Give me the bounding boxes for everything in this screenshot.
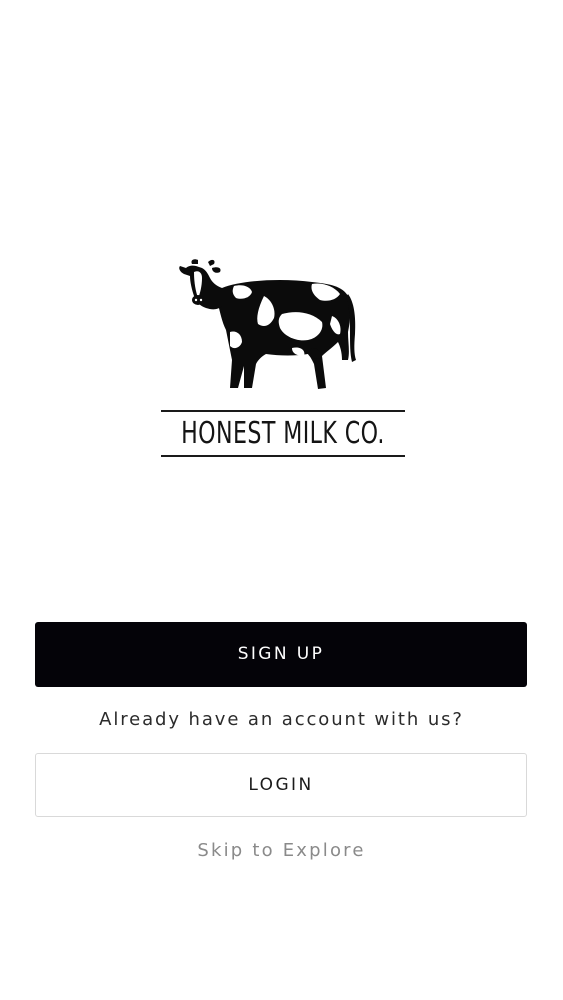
brand-wordmark: HONEST MILK CO.	[181, 416, 385, 451]
welcome-screen: HONEST MILK CO. SIGN UP Already have an …	[0, 0, 563, 1000]
login-button[interactable]: LOGIN	[35, 753, 527, 817]
brand-logo: HONEST MILK CO.	[158, 256, 408, 462]
cow-icon	[179, 259, 356, 389]
account-prompt-text: Already have an account with us?	[99, 709, 464, 730]
sign-up-button[interactable]: SIGN UP	[35, 622, 527, 687]
logo-divider-top	[161, 410, 405, 412]
logo-divider-bottom	[161, 455, 405, 457]
skip-to-explore-link[interactable]: Skip to Explore	[0, 837, 563, 865]
